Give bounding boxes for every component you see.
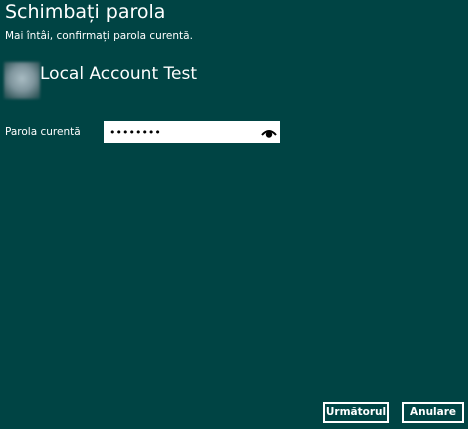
next-button[interactable]: Următorul — [323, 402, 389, 423]
current-password-input[interactable] — [104, 121, 254, 143]
current-password-field[interactable] — [104, 121, 280, 143]
current-password-label: Parola curentă — [5, 126, 81, 138]
page-subtitle: Mai întâi, confirmați parola curentă. — [5, 30, 193, 42]
eye-icon[interactable] — [261, 125, 277, 139]
cancel-button[interactable]: Anulare — [402, 402, 464, 423]
page-title: Schimbați parola — [5, 1, 166, 23]
avatar — [4, 62, 40, 99]
account-name: Local Account Test — [40, 64, 197, 84]
